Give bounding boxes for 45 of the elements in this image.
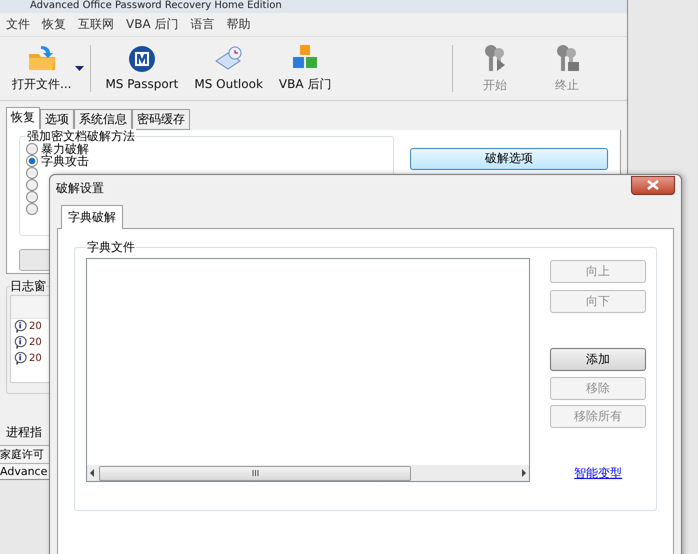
info-icon (13, 351, 27, 366)
close-icon (647, 180, 659, 190)
menu-item[interactable]: 语言 (190, 16, 214, 33)
scrollbar-thumb[interactable] (99, 466, 411, 480)
dialog-title: 破解设置 (56, 180, 105, 196)
radio-button[interactable] (26, 166, 38, 179)
log-entry: 20 (29, 321, 42, 332)
radio-label: 暴力破解 (41, 142, 89, 155)
group-title: 字典文件 (86, 240, 136, 254)
group-title: 强加密文档破解方法 (26, 128, 136, 143)
window-title: Advanced Office Password Recovery Home Edition (30, 0, 282, 12)
grip-icon (252, 470, 258, 476)
menu-item[interactable]: 互联网 (78, 16, 114, 33)
tab[interactable]: 字典破解 (61, 205, 123, 229)
smart-mutation-link[interactable]: 智能变型 (574, 465, 622, 482)
radio-button[interactable] (26, 202, 38, 215)
radio-button[interactable] (26, 154, 38, 167)
horizontal-scrollbar[interactable] (87, 465, 530, 481)
tab[interactable]: 恢复 (6, 106, 40, 130)
crack-options-button[interactable]: 破解选项 (410, 148, 608, 170)
toolbar-button[interactable]: MS Passport (97, 38, 186, 98)
toolbar-button[interactable]: 打开文件... (4, 38, 80, 98)
menu-item[interactable]: VBA 后门 (126, 16, 178, 33)
caret-icon[interactable] (75, 66, 84, 71)
tab[interactable]: 选项 (40, 108, 74, 130)
radio-button[interactable] (26, 178, 38, 191)
log-entry: 20 (29, 337, 42, 348)
menu-item[interactable]: 恢复 (42, 16, 66, 33)
radio-button[interactable] (26, 142, 38, 155)
log-entry: 20 (29, 353, 42, 364)
menu-item[interactable]: 文件 (6, 16, 30, 33)
radio-button[interactable] (26, 190, 38, 203)
logo-icon (128, 45, 156, 74)
radio-label: 字典攻击 (41, 154, 89, 167)
menu-item[interactable]: 帮助 (226, 16, 250, 33)
close-button[interactable] (631, 176, 675, 194)
info-icon (13, 335, 27, 350)
progress-label: 进程指 (6, 424, 43, 441)
tab[interactable]: 系统信息 (74, 108, 132, 130)
toolbar-button[interactable]: MS Outlook (186, 38, 271, 98)
dialog-button[interactable]: 添加 (550, 348, 646, 371)
tab[interactable]: 密码缓存 (132, 108, 190, 130)
group-title: 日志窗 (10, 278, 46, 293)
toolbar-button[interactable]: VBA 后门 (270, 38, 340, 98)
folder-icon (26, 44, 57, 72)
